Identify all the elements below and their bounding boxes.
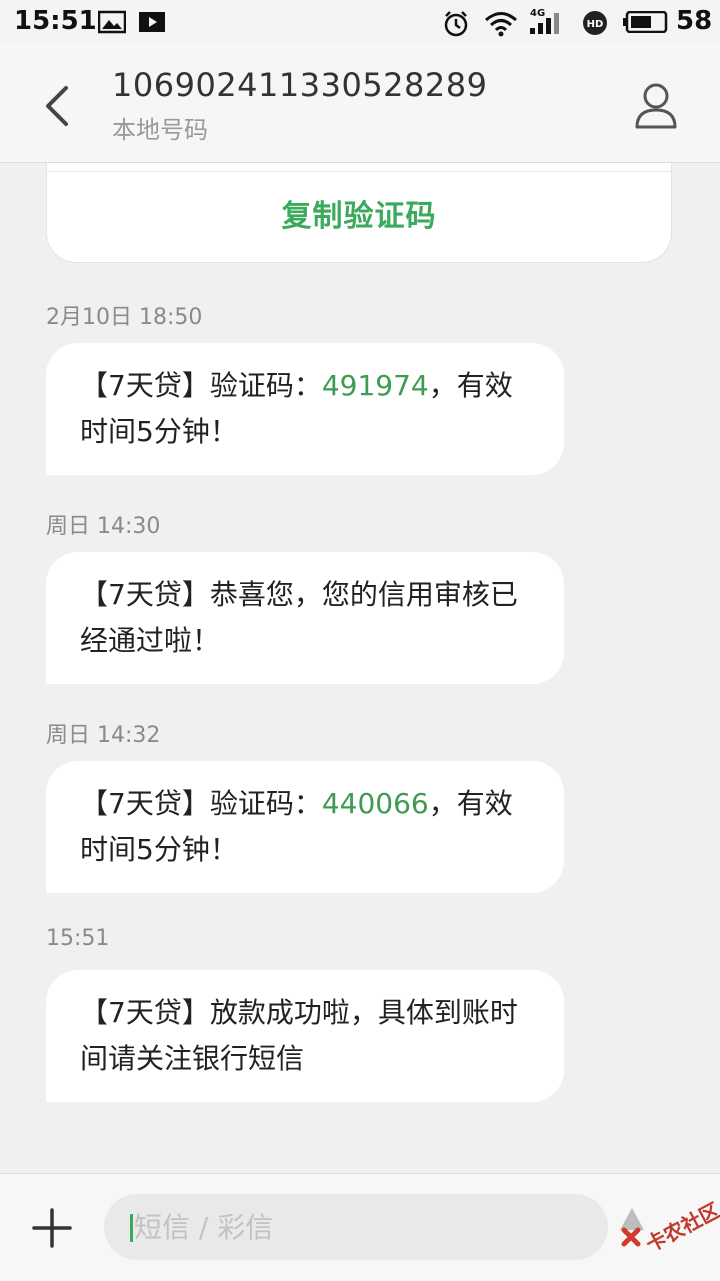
video-icon (139, 12, 165, 32)
verification-code[interactable]: 491974 (322, 369, 429, 402)
copy-code-card: 复制验证码 (46, 163, 672, 263)
back-arrow-icon[interactable] (40, 84, 80, 128)
gallery-icon (98, 10, 126, 34)
signal-icon (530, 13, 559, 34)
verification-code[interactable]: 440066 (322, 787, 429, 820)
status-time: 15:51 (14, 6, 97, 36)
message-text: 【7天贷】验证码： (80, 369, 322, 402)
divider (47, 171, 671, 172)
message-text: 【7天贷】放款成功啦，具体到账时间请关注银行短信 (80, 996, 518, 1075)
svg-text:HD: HD (587, 19, 604, 30)
message-thread[interactable]: 复制验证码 2月10日 18:50 【7天贷】验证码：491974，有效时间5分… (0, 163, 720, 1173)
message-bubble[interactable]: 【7天贷】放款成功啦，具体到账时间请关注银行短信 (46, 970, 564, 1102)
message-timestamp: 2月10日 18:50 (46, 305, 203, 330)
message-timestamp: 周日 14:32 (46, 723, 161, 748)
text-cursor (130, 1214, 133, 1242)
message-bubble[interactable]: 【7天贷】验证码：491974，有效时间5分钟！ (46, 343, 564, 475)
conversation-header: 106902411330528289 本地号码 (0, 44, 720, 163)
message-bubble[interactable]: 【7天贷】恭喜您，您的信用审核已经通过啦！ (46, 552, 564, 684)
message-bubble[interactable]: 【7天贷】验证码：440066，有效时间5分钟！ (46, 761, 564, 893)
message-text: 【7天贷】恭喜您，您的信用审核已经通过啦！ (80, 578, 518, 657)
message-timestamp: 15:51 (46, 926, 110, 951)
battery-percent: 58 (676, 6, 713, 36)
battery-icon (623, 11, 668, 33)
hd-icon: HD (583, 11, 607, 35)
add-attachment-icon[interactable] (30, 1206, 74, 1250)
contact-person-icon[interactable] (634, 82, 678, 130)
wifi-icon (485, 12, 517, 37)
message-input[interactable] (104, 1194, 608, 1260)
message-text: 【7天贷】验证码： (80, 787, 322, 820)
copy-code-button[interactable]: 复制验证码 (282, 191, 437, 235)
contact-number: 106902411330528289 (112, 66, 488, 104)
status-bar: 15:51 4G HD 58 (0, 0, 720, 44)
message-timestamp: 周日 14:30 (46, 514, 161, 539)
compose-bar (0, 1173, 720, 1281)
alarm-icon (444, 11, 468, 37)
contact-subtitle: 本地号码 (112, 116, 208, 144)
